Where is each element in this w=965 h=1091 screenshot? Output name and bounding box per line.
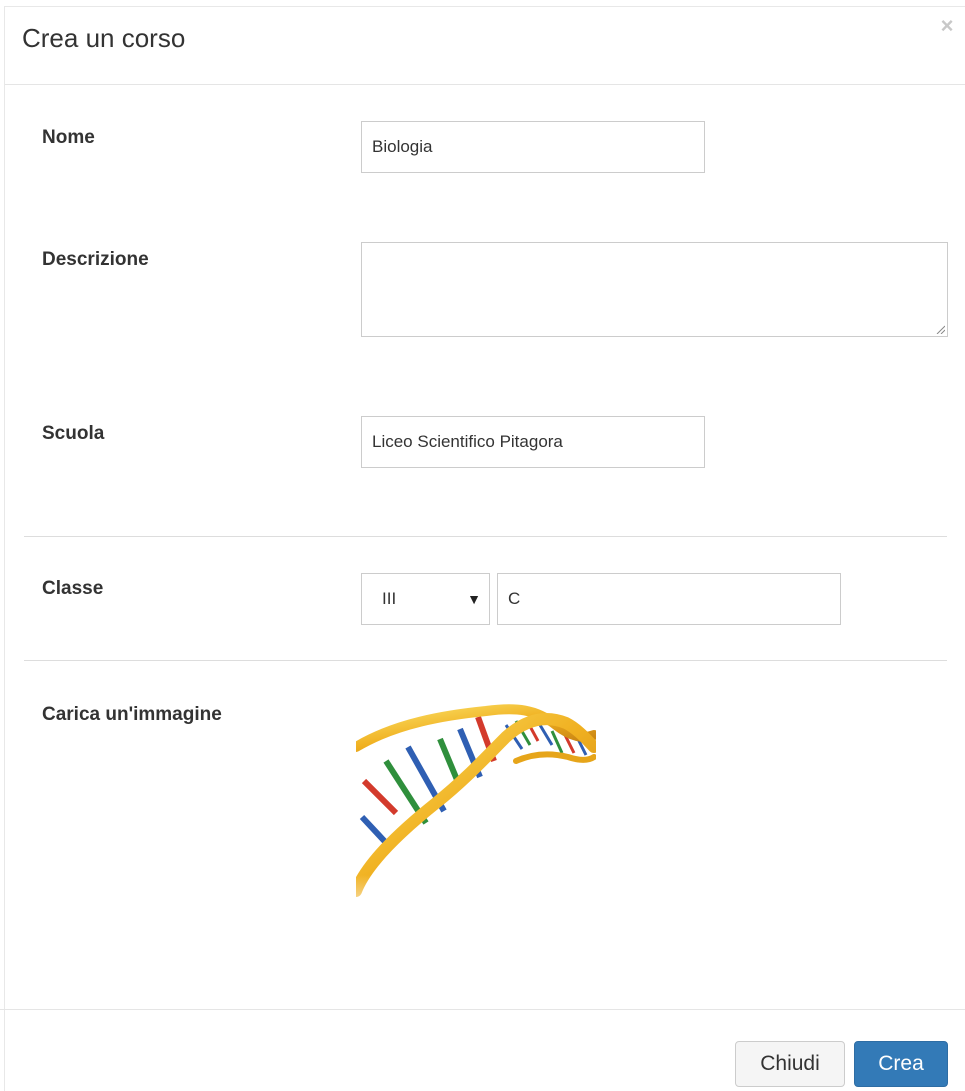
classe-section-input[interactable]: C (497, 573, 841, 625)
modal-header: Crea un corso (5, 7, 965, 85)
modal-title: Crea un corso (22, 23, 186, 53)
descrizione-textarea[interactable] (361, 242, 948, 337)
classe-year-select[interactable]: III ▼ (361, 573, 490, 625)
close-icon[interactable]: × (935, 14, 959, 38)
descrizione-label: Descrizione (42, 249, 149, 270)
dna-helix-image[interactable] (356, 695, 596, 925)
scuola-input[interactable]: Liceo Scientifico Pitagora (361, 416, 705, 468)
divider-bottom (24, 660, 947, 661)
divider-top (24, 536, 947, 537)
nome-label: Nome (42, 127, 95, 148)
chiudi-button[interactable]: Chiudi (735, 1041, 845, 1087)
crea-button[interactable]: Crea (854, 1041, 948, 1087)
classe-year-value: III (382, 589, 397, 608)
classe-label: Classe (42, 578, 104, 599)
caret-down-icon: ▼ (467, 591, 481, 607)
scuola-label: Scuola (42, 423, 105, 444)
nome-input[interactable]: Biologia (361, 121, 705, 173)
resize-grip-icon[interactable] (935, 324, 945, 334)
immagine-label: Carica un'immagine (42, 704, 222, 725)
